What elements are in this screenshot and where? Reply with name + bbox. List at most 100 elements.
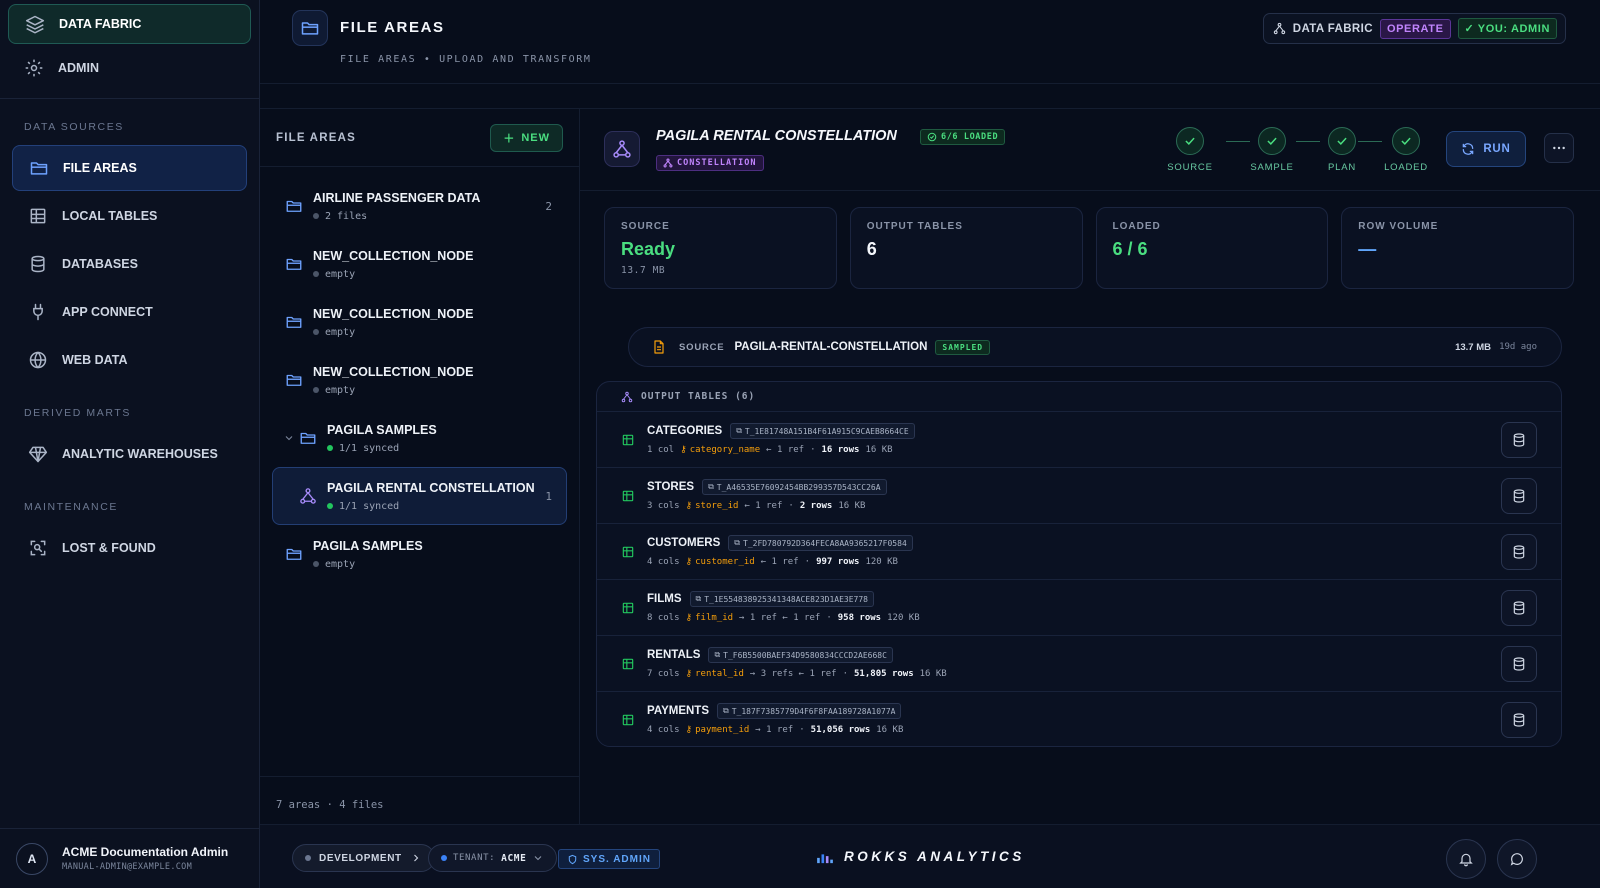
chat-button[interactable]: [1497, 839, 1537, 879]
open-table-button[interactable]: [1501, 646, 1537, 682]
open-table-button[interactable]: [1501, 422, 1537, 458]
separator-dot: ·: [810, 445, 816, 455]
user-name: ACME Documentation Admin: [62, 845, 229, 859]
table-name: RENTALS: [647, 649, 701, 661]
stat-value: 6 / 6: [1112, 239, 1148, 259]
sidebar-item-data-fabric[interactable]: DATA FABRIC: [8, 4, 251, 44]
area-item[interactable]: NEW_COLLECTION_NODE empty: [272, 235, 567, 293]
new-area-button[interactable]: ＋ NEW: [490, 123, 563, 152]
folder-icon: [299, 429, 317, 447]
step-loaded: LOADED: [1376, 127, 1436, 173]
table-icon: [621, 489, 635, 503]
table-icon: [621, 657, 635, 671]
status-dot: [313, 271, 319, 277]
source-name: PAGILA-RENTAL-CONSTELLATION: [734, 341, 928, 353]
sidebar-item-databases[interactable]: DATABASES: [12, 241, 247, 287]
area-item-selected[interactable]: PAGILA RENTAL CONSTELLATION 1/1 synced 1: [272, 467, 567, 525]
folder-icon: [292, 10, 328, 46]
area-item[interactable]: NEW_COLLECTION_NODE empty: [272, 293, 567, 351]
sidebar-item-web-data[interactable]: WEB DATA: [12, 337, 247, 383]
table-name: PAYMENTS: [647, 705, 709, 717]
source-size: 13.7 MB: [1455, 341, 1491, 353]
area-item[interactable]: NEW_COLLECTION_NODE empty: [272, 351, 567, 409]
table-key: ⚷ customer_id: [686, 557, 755, 567]
table-key: ⚷ rental_id: [686, 669, 744, 679]
area-item-expanded[interactable]: PAGILA SAMPLES 1/1 synced: [272, 409, 567, 467]
stat-sub: 13.7 MB: [621, 265, 666, 276]
folder-icon: [285, 313, 303, 331]
area-name: NEW_COLLECTION_NODE: [313, 306, 474, 321]
sys-admin-badge: SYS. ADMIN: [558, 849, 660, 869]
database-icon: [1511, 488, 1527, 504]
area-name: AIRLINE PASSENGER DATA: [313, 190, 481, 205]
page-subtitle: FILE AREAS • UPLOAD AND TRANSFORM: [340, 54, 592, 65]
workspace-name: DATA FABRIC: [1292, 22, 1373, 35]
source-age: 19d ago: [1499, 342, 1537, 352]
globe-icon: [28, 350, 48, 370]
environment-label: DEVELOPMENT: [319, 852, 402, 864]
refresh-icon: [1461, 142, 1475, 156]
sidebar-item-lost-found[interactable]: LOST & FOUND: [12, 525, 247, 571]
table-cols: 7 cols: [647, 669, 680, 679]
sidebar-item-analytic-warehouses[interactable]: ANALYTIC WAREHOUSES: [12, 431, 247, 477]
sidebar-item-file-areas[interactable]: FILE AREAS: [12, 145, 247, 191]
area-meta: 1/1 synced: [339, 500, 400, 512]
table-size: 16 KB: [838, 501, 866, 511]
open-table-button[interactable]: [1501, 590, 1537, 626]
tenant-selector[interactable]: TENANT: ACME: [428, 844, 558, 872]
open-table-button[interactable]: [1501, 478, 1537, 514]
workspace-indicator[interactable]: DATA FABRIC OPERATE ✓ YOU: ADMIN: [1262, 13, 1566, 44]
area-name: PAGILA SAMPLES: [327, 422, 437, 437]
source-row[interactable]: SOURCE PAGILA-RENTAL-CONSTELLATION SAMPL…: [628, 327, 1562, 367]
table-row[interactable]: RENTALS ⧉ T_F6B5500BAEF34D9580834CCCD2AE6…: [597, 636, 1561, 692]
key-icon: ⚷: [685, 725, 693, 735]
area-count: 1: [545, 490, 552, 503]
check-icon: [1176, 127, 1204, 155]
layers-icon: [25, 14, 45, 34]
stat-label: ROW VOLUME: [1358, 221, 1439, 232]
open-table-button[interactable]: [1501, 534, 1537, 570]
table-row[interactable]: CATEGORIES ⧉ T_1E81748A151B4F61A915C9CAEB…: [597, 412, 1561, 468]
stat-value: —: [1358, 239, 1377, 259]
notifications-button[interactable]: [1446, 839, 1486, 879]
output-tables: OUTPUT TABLES (6) CATEGORIES ⧉ T_1E81748A…: [596, 381, 1562, 747]
area-item[interactable]: PAGILA SAMPLES empty: [272, 525, 567, 583]
sidebar-item-local-tables[interactable]: LOCAL TABLES: [12, 193, 247, 239]
environment-selector[interactable]: DEVELOPMENT: [292, 844, 435, 872]
area-meta: empty: [325, 558, 356, 570]
table-id-badge: ⧉ T_F6B5500BAEF34D9580834CCCD2AE668C: [708, 647, 893, 663]
key-icon: ⚷: [685, 557, 693, 567]
chevron-down-icon[interactable]: [283, 432, 295, 444]
stat-card-row-volume: ROW VOLUME —: [1341, 207, 1574, 289]
stat-value: 6: [866, 239, 877, 259]
table-row[interactable]: STORES ⧉ T_A46535E76092454BB299357D543CC2…: [597, 468, 1561, 524]
loaded-badge-label: 6/6 LOADED: [941, 132, 999, 142]
section-label: MAINTENANCE: [24, 501, 119, 513]
stat-label: OUTPUT TABLES: [866, 221, 963, 232]
user-profile[interactable]: A ACME Documentation Admin MANUAL-ADMIN@…: [0, 828, 259, 888]
open-table-button[interactable]: [1501, 702, 1537, 738]
plus-icon: ＋: [503, 132, 516, 145]
table-row[interactable]: PAYMENTS ⧉ T_187F7385779D4F6F8FAA189728A1…: [597, 692, 1561, 746]
step-label: SAMPLE: [1250, 162, 1294, 173]
table-icon: [621, 433, 635, 447]
run-button[interactable]: RUN: [1446, 131, 1526, 167]
sidebar-item-app-connect[interactable]: APP CONNECT: [12, 289, 247, 335]
table-rows: 51,056 rows: [810, 725, 871, 735]
table-row[interactable]: CUSTOMERS ⧉ T_2FD780792D364FECA8AA9365217…: [597, 524, 1561, 580]
brand-logo: ROKKS ANALYTICS: [816, 849, 1025, 864]
table-name: CATEGORIES: [647, 425, 723, 437]
table-refs: ← 1 ref: [744, 501, 783, 511]
table-name: FILMS: [647, 593, 682, 605]
table-id-badge: ⧉ T_1E554838925341348ACE823D1AE3E778: [689, 591, 874, 607]
area-item[interactable]: AIRLINE PASSENGER DATA 2 files 2: [272, 177, 567, 235]
sidebar-item-admin[interactable]: ADMIN: [8, 48, 251, 88]
bell-icon: [1458, 851, 1474, 867]
role-badge-label: YOU: ADMIN: [1477, 23, 1550, 35]
area-name: NEW_COLLECTION_NODE: [313, 248, 474, 263]
avatar: A: [16, 842, 48, 875]
folder-icon: [285, 545, 303, 563]
more-options-button[interactable]: [1544, 133, 1574, 163]
bottom-bar: DEVELOPMENT TENANT: ACME SYS. ADMIN ROKK…: [260, 824, 1600, 888]
table-row[interactable]: FILMS ⧉ T_1E554838925341348ACE823D1AE3E77…: [597, 580, 1561, 636]
